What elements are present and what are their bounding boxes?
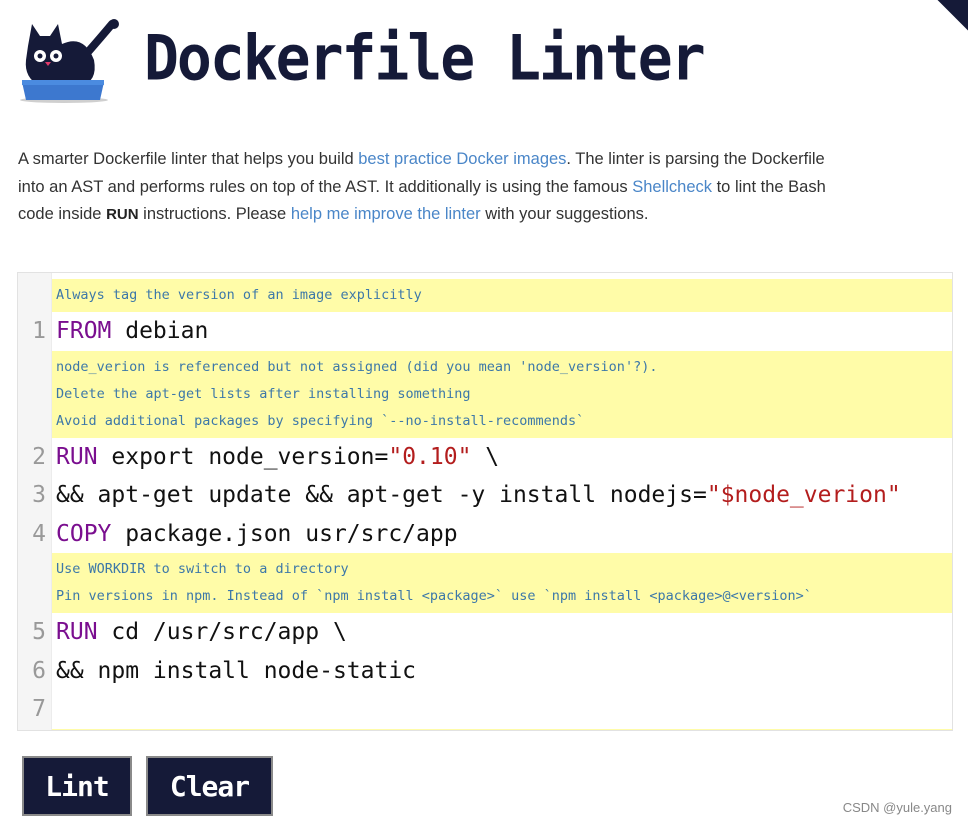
code-text: debian — [111, 318, 209, 344]
lint-message-group: Always tag the version of an image expli… — [52, 279, 952, 312]
line-number: 6 — [32, 657, 46, 684]
lint-message: Avoid additional packages by specifying … — [52, 407, 952, 435]
best-practice-link[interactable]: best practice Docker images — [358, 150, 566, 168]
code-text: && npm install node-static — [56, 657, 417, 684]
run-keyword: RUN — [106, 206, 139, 223]
code-line[interactable]: 6 && npm install node-static — [32, 652, 952, 691]
page-header: Dockerfile Linter — [18, 16, 706, 106]
code-line[interactable]: 7 — [32, 690, 952, 729]
dockerfile-editor[interactable]: Always tag the version of an image expli… — [17, 272, 953, 731]
line-number: 7 — [32, 696, 46, 722]
github-corner-ribbon[interactable] — [928, 0, 968, 40]
string-literal: "$node_verion" — [706, 482, 901, 508]
lint-message: Delete the apt-get lists after installin… — [52, 380, 952, 408]
lint-message-group: Use WORKDIR to switch to a directory Pin… — [52, 553, 952, 613]
description-text: A smarter Dockerfile linter that helps y… — [18, 150, 359, 168]
keyword: COPY — [56, 520, 112, 547]
lint-message-group: Valid UNIX ports range from 0 to 65535 — [52, 728, 952, 730]
lint-message: node_verion is referenced but not assign… — [52, 353, 952, 381]
description-text: instructions. Please — [138, 205, 291, 223]
line-number: 2 — [32, 443, 46, 470]
cat-logo-icon — [18, 16, 124, 106]
code-line[interactable]: 3 && apt-get update && apt-get -y instal… — [32, 476, 952, 515]
clear-button[interactable]: Clear — [146, 756, 273, 816]
description-text: with your suggestions. — [480, 205, 649, 223]
string-literal: "0.10" — [388, 443, 472, 470]
lint-message: Pin versions in npm. Instead of `npm ins… — [52, 583, 952, 610]
line-number: 1 — [32, 318, 46, 344]
action-buttons: Lint Clear — [22, 756, 273, 816]
improve-linter-link[interactable]: help me improve the linter — [291, 205, 481, 223]
code-line[interactable]: 4 COPY package.json usr/src/app — [32, 515, 952, 554]
description: A smarter Dockerfile linter that helps y… — [18, 146, 838, 229]
watermark: CSDN @yule.yang — [842, 800, 952, 815]
line-number: 3 — [32, 482, 46, 508]
lint-message: Always tag the version of an image expli… — [52, 282, 952, 309]
lint-message-group: node_verion is referenced but not assign… — [52, 350, 952, 438]
page-title: Dockerfile Linter — [144, 21, 706, 95]
keyword: RUN — [56, 619, 98, 645]
keyword: RUN — [56, 443, 98, 470]
lint-message: Use WORKDIR to switch to a directory — [52, 556, 952, 583]
code-text: export node_version= — [97, 443, 389, 470]
shellcheck-link[interactable]: Shellcheck — [632, 178, 712, 196]
code-text: \ — [471, 443, 500, 470]
code-text: && apt-get update && apt-get -y install … — [56, 482, 707, 508]
code-text: package.json usr/src/app — [111, 520, 458, 547]
code-line[interactable]: 2 RUN export node_version= "0.10" \ — [32, 438, 952, 477]
lint-button[interactable]: Lint — [22, 756, 132, 816]
line-number: 4 — [32, 520, 46, 547]
keyword: FROM — [56, 318, 112, 344]
code-line[interactable]: 5 RUN cd /usr/src/app \ — [32, 613, 952, 652]
code-line[interactable]: 1 FROM debian — [32, 312, 952, 351]
code-text: cd /usr/src/app \ — [97, 619, 347, 645]
editor-lines[interactable]: Always tag the version of an image expli… — [32, 279, 952, 730]
line-number: 5 — [32, 619, 46, 645]
